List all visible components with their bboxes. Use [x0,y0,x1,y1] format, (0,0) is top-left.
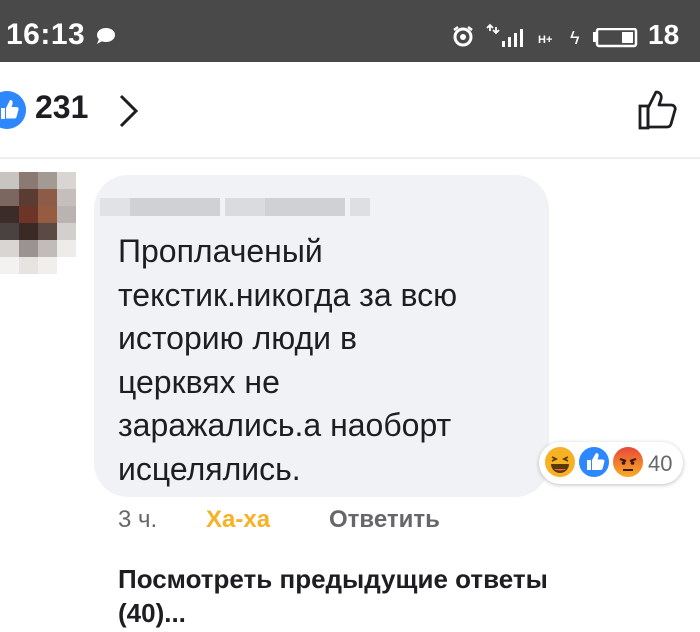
alarm-icon [453,26,473,47]
signal-icon [486,23,523,47]
view-previous-replies-link[interactable]: Посмотреть предыдущие ответы (40)... [118,562,618,630]
avatar[interactable] [0,172,76,274]
comment-reaction-count: 40 [648,451,673,476]
battery-icon [593,28,638,48]
comment-text: Проплаченый текстик.никогда за всю истор… [118,233,458,487]
author-name-blurred[interactable] [100,196,370,218]
chevron-right-icon[interactable] [118,94,140,128]
comment-timestamp: 3 ч. [118,506,158,533]
like-count: 231 [35,89,89,125]
reactions-header[interactable]: 231 [0,62,700,158]
battery-percent: 18 [648,19,680,50]
status-bar: 16:13 H+ ϟ 18 [0,0,700,62]
haha-emoji-icon [543,445,577,479]
like-emoji-icon [577,445,611,479]
like-badge-icon [0,91,26,129]
reply-button[interactable]: Ответить [329,506,440,534]
divider [0,157,700,159]
chat-bubble-icon [97,28,115,44]
status-time: 16:13 [6,18,86,51]
network-type: H+ [538,34,553,46]
comment-reactions-summary[interactable]: 40 [539,442,683,484]
charging-bolt-icon: ϟ [570,28,580,48]
angry-emoji-icon [611,445,645,479]
reaction-button[interactable]: Ха-ха [206,506,270,534]
thumbs-up-outline-icon[interactable] [636,88,680,132]
